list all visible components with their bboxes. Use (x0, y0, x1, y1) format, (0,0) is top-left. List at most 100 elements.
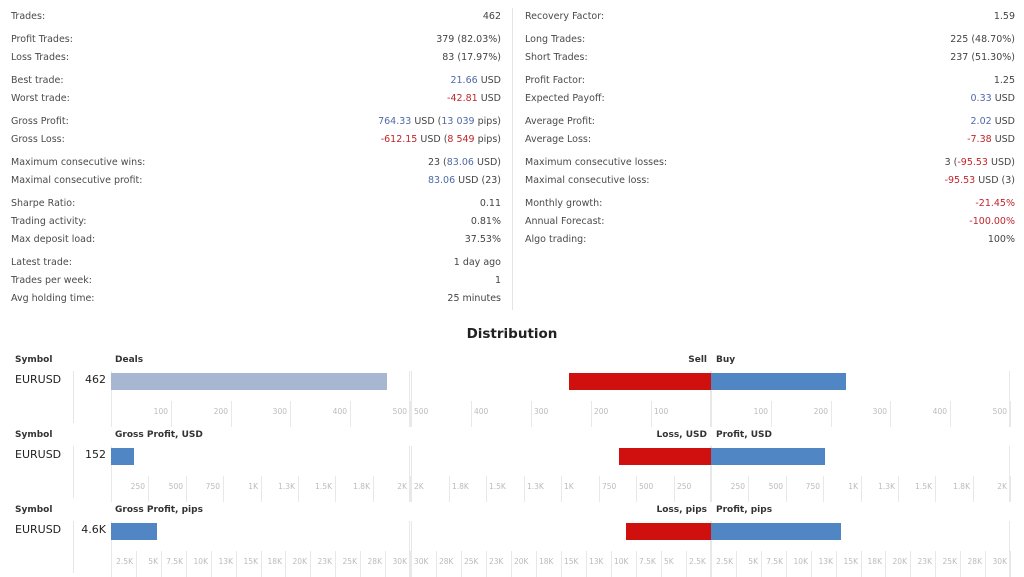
tick-gridline (586, 551, 587, 577)
stat-value: -100.00% (969, 213, 1015, 231)
tick-label: 18K (867, 557, 882, 566)
tick-gridline (674, 476, 675, 502)
stat-row-algo-trading: Algo trading: 100% (525, 231, 1015, 249)
stat-value: 37.53% (465, 231, 501, 249)
tick-label: 500 (992, 407, 1007, 416)
tick-gridline (461, 551, 462, 577)
symbol-separator (73, 446, 74, 498)
tick-label: 20K (892, 557, 907, 566)
stat-value: -612.15 USD (8 549 pips) (381, 131, 501, 149)
stat-label: Trading activity: (11, 216, 87, 227)
tick-gridline (161, 551, 162, 577)
tick-label: 1.5K (315, 482, 332, 491)
value-text: USD (477, 93, 501, 104)
positive-value: 83.06 (446, 157, 474, 168)
tick-label: 7.5K (166, 557, 183, 566)
stat-value: 21.66 USD (450, 72, 501, 90)
stat-row-best-trade: Best trade: 21.66 USD (11, 72, 501, 90)
symbol-label: EURUSD (15, 373, 62, 386)
stat-value: 83.06 USD (23) (428, 172, 501, 190)
tick-label: 10K (193, 557, 208, 566)
stats-group: Trades: 462 (11, 8, 501, 26)
stat-row-gross-profit: Gross Profit: 764.33 USD (13 039 pips) (11, 113, 501, 131)
negative-panel-header: Loss, USD (656, 430, 707, 440)
positive-panel: 100 200 300 400 500 (711, 371, 1011, 427)
value-text: 37.53% (464, 234, 501, 245)
tick-label: 200 (594, 407, 609, 416)
tick-gridline (973, 476, 974, 502)
negative-value: -21.45% (975, 198, 1015, 209)
tick-gridline (411, 476, 412, 502)
positive-value: 0.33 (970, 93, 992, 104)
tick-gridline (748, 476, 749, 502)
stat-row-maximal-consecutive-profit: Maximal consecutive profit: 83.06 USD (23… (11, 172, 501, 190)
tick-label: 13K (818, 557, 833, 566)
tick-label: 10K (793, 557, 808, 566)
left-bar (111, 523, 157, 540)
stat-value: 225 (48.70%) (950, 31, 1015, 49)
stat-row-worst-trade: Worst trade: -42.81 USD (11, 90, 501, 108)
stat-label: Maximal consecutive profit: (11, 175, 143, 186)
tick-label: 2.5K (716, 557, 733, 566)
tick-label: 250 (730, 482, 745, 491)
tick-gridline (486, 476, 487, 502)
stats-group: Maximum consecutive wins: 23 (83.06 USD) M… (11, 154, 501, 190)
positive-panel-header: Profit, pips (716, 505, 773, 515)
tick-gridline (890, 401, 891, 427)
left-panel-header: Deals (115, 355, 144, 365)
stat-row-average-profit: Average Profit: 2.02 USD (525, 113, 1015, 131)
symbol-header: Symbol (15, 505, 53, 515)
tick-gridline (298, 476, 299, 502)
distribution-chart-deals: Symbol EURUSD 462 Deals Sell Buy 100 200 300 400 5… (0, 355, 1024, 427)
negative-value: -95.53 (944, 175, 976, 186)
stats-group: Long Trades: 225 (48.70%) Short Trades: 237… (525, 31, 1015, 67)
left-panel-header: Gross Profit, USD (115, 430, 203, 440)
value-text: 0.11 (479, 198, 501, 209)
stat-label: Maximum consecutive losses: (525, 157, 668, 168)
stat-row-maximum-consecutive-losses: Maximum consecutive losses: 3 (-95.53 USD… (525, 154, 1015, 172)
positive-value: 13 039 (441, 116, 475, 127)
negative-panel-header: Loss, pips (656, 505, 707, 515)
value-text: 1.25 (993, 75, 1015, 86)
stat-row-profit-factor: Profit Factor: 1.25 (525, 72, 1015, 90)
stats-right-column: Recovery Factor: 1.59 Long Trades: 225 (48.… (525, 8, 1015, 254)
tick-gridline (171, 401, 172, 427)
tick-label: 23K (917, 557, 932, 566)
left-bar (111, 448, 134, 465)
tick-label: 250 (130, 482, 145, 491)
left-bar (111, 373, 388, 390)
value-text: 0.81% (470, 216, 501, 227)
stat-label: Loss Trades: (11, 52, 70, 63)
tick-gridline (360, 551, 361, 577)
tick-label: 20K (292, 557, 307, 566)
tick-label: 400 (474, 407, 489, 416)
value-text: USD) (987, 157, 1015, 168)
tick-gridline (885, 551, 886, 577)
tick-gridline (261, 551, 262, 577)
tick-gridline (771, 401, 772, 427)
tick-label: 23K (489, 557, 504, 566)
tick-label: 20K (514, 557, 529, 566)
stat-label: Avg holding time: (11, 293, 95, 304)
stat-row-maximal-consecutive-loss: Maximal consecutive loss: -95.53 USD (3) (525, 172, 1015, 190)
left-panel: 100 200 300 400 500 (111, 371, 411, 427)
stat-row-trades-per-week: Trades per week: 1 (11, 272, 501, 290)
stat-row-short-trades: Short Trades: 237 (51.30%) (525, 49, 1015, 67)
symbol-separator (73, 371, 74, 423)
value-text: 25 minutes (447, 293, 501, 304)
stats-group: Gross Profit: 764.33 USD (13 039 pips) Gro… (11, 113, 501, 149)
stat-row-profit-trades: Profit Trades: 379 (82.03%) (11, 31, 501, 49)
value-text: 225 (48.70%) (950, 34, 1015, 45)
tick-label: 300 (272, 407, 287, 416)
tick-gridline (531, 401, 532, 427)
tick-gridline (335, 476, 336, 502)
stat-label: Trades per week: (11, 275, 92, 286)
tick-gridline (1010, 476, 1011, 502)
stat-label: Latest trade: (11, 257, 72, 268)
value-text: USD (991, 116, 1015, 127)
stat-value: -7.38 USD (967, 131, 1015, 149)
stat-label: Maximum consecutive wins: (11, 157, 146, 168)
stat-value: 764.33 USD (13 039 pips) (378, 113, 501, 131)
value-text: pips) (474, 116, 501, 127)
positive-bar (711, 448, 826, 465)
